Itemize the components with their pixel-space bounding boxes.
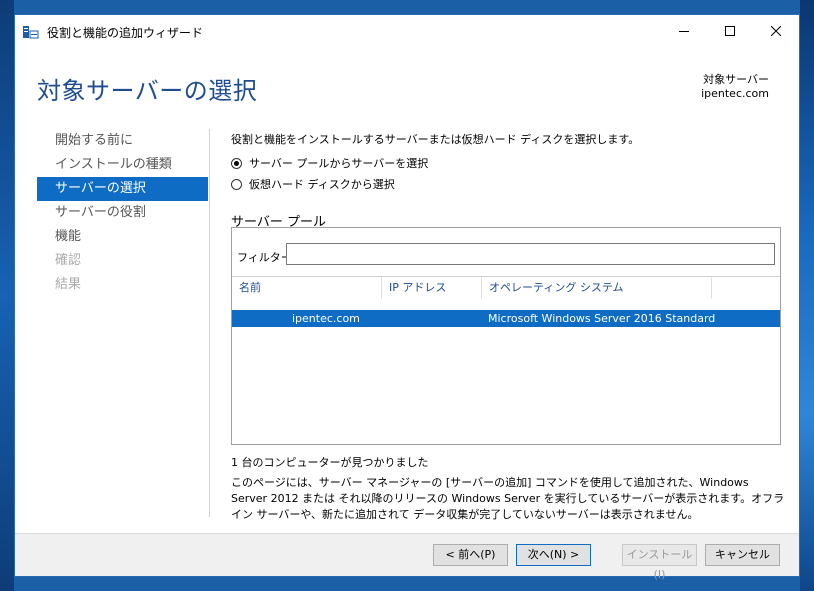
server-list[interactable]: 名前 IP アドレス オペレーティング システム ipentec.com Mic… — [232, 276, 780, 445]
close-button[interactable] — [753, 15, 799, 47]
desktop-background-left — [0, 0, 14, 591]
wizard-content: 開始する前に インストールの種類 サーバーの選択 サーバーの役割 機能 確認 結… — [15, 119, 799, 533]
close-icon — [771, 26, 781, 36]
next-button[interactable]: 次へ(N) > — [516, 544, 591, 566]
column-header-os[interactable]: オペレーティング システム — [482, 277, 712, 299]
server-pool-box: フィルター: 名前 IP アドレス オペレーティング システム ipentec.… — [231, 227, 781, 445]
destination-server-value: ipentec.com — [701, 87, 769, 100]
nav-item-installation-type[interactable]: インストールの種類 — [37, 153, 208, 177]
column-header-name[interactable]: 名前 — [232, 277, 382, 299]
radio-server-pool[interactable]: サーバー プールからサーバーを選択 — [231, 155, 428, 171]
nav-divider — [209, 129, 210, 517]
radio-virtual-hard-disk[interactable]: 仮想ハード ディスクから選択 — [231, 176, 395, 192]
destination-server-label: 対象サーバー — [703, 73, 769, 86]
computer-count-text: 1 台のコンピューターが見つかりました — [231, 456, 429, 469]
cell-server-name: ipentec.com — [292, 312, 360, 325]
wizard-step-nav: 開始する前に インストールの種類 サーバーの選択 サーバーの役割 機能 確認 結… — [37, 129, 208, 297]
nav-item-before-you-begin[interactable]: 開始する前に — [37, 129, 208, 153]
nav-item-results: 結果 — [55, 277, 82, 292]
nav-item-features[interactable]: 機能 — [37, 225, 208, 249]
desktop-background-right — [800, 0, 814, 591]
page-title: 対象サーバーの選択 — [37, 77, 258, 105]
filter-input[interactable] — [286, 243, 775, 265]
radio-unchecked-icon[interactable] — [231, 178, 242, 190]
nav-item-server-roles[interactable]: サーバーの役割 — [37, 201, 208, 225]
previous-button[interactable]: < 前へ(P) — [433, 544, 508, 566]
wizard-footer: < 前へ(P) 次へ(N) > インストール(I) キャンセル — [15, 534, 799, 581]
nav-item-confirmation: 確認 — [55, 253, 82, 268]
maximize-button[interactable] — [707, 15, 753, 47]
table-row[interactable]: ipentec.com Microsoft Windows Server 201… — [232, 310, 780, 327]
server-manager-app-icon — [23, 24, 39, 39]
radio-vhd-label: 仮想ハード ディスクから選択 — [249, 178, 395, 191]
title-bar[interactable]: 役割と機能の追加ウィザード — [15, 15, 799, 47]
radio-checked-icon[interactable] — [231, 157, 242, 169]
window-title: 役割と機能の追加ウィザード — [47, 26, 204, 40]
cancel-button[interactable]: キャンセル — [705, 544, 780, 566]
minimize-button[interactable] — [661, 15, 707, 47]
maximize-icon — [725, 26, 735, 36]
install-button: インストール(I) — [622, 544, 697, 581]
description-text: このページには、サーバー マネージャーの [サーバーの追加] コマンドを使用して… — [231, 476, 785, 521]
column-header-ip[interactable]: IP アドレス — [382, 277, 482, 299]
cell-operating-system: Microsoft Windows Server 2016 Standard — [488, 312, 716, 325]
minimize-icon — [679, 31, 689, 32]
wizard-window: 役割と機能の追加ウィザード 対象サーバーの選択 対象サーバー ipentec.c… — [14, 14, 800, 581]
nav-item-server-selection[interactable]: サーバーの選択 — [37, 177, 208, 201]
instruction-text: 役割と機能をインストールするサーバーまたは仮想ハード ディスクを選択します。 — [231, 133, 640, 146]
radio-server-pool-label: サーバー プールからサーバーを選択 — [249, 157, 429, 170]
